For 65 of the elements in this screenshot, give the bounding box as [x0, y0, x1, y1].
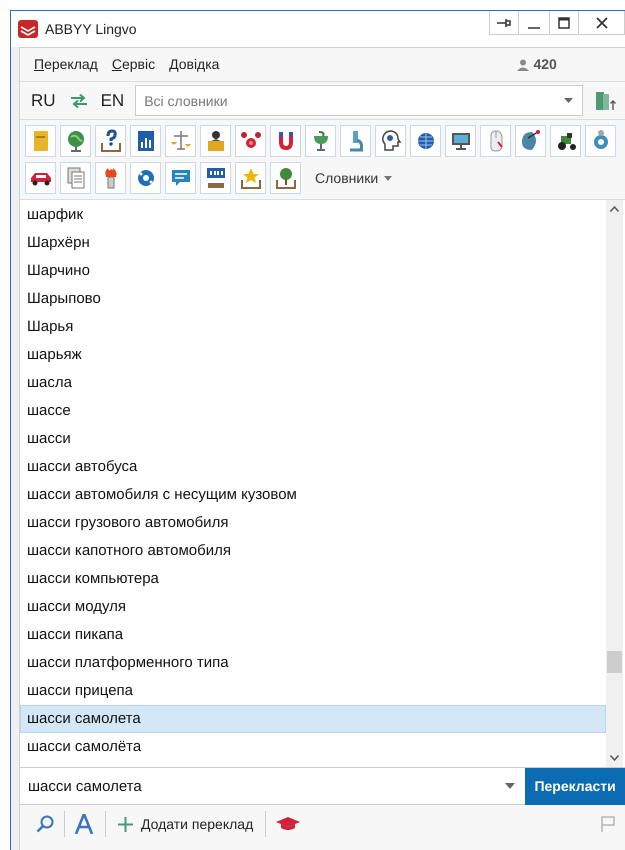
translate-button[interactable]: Перекласти — [525, 768, 625, 805]
word-item[interactable]: шасси самолёта — [20, 733, 606, 761]
close-button[interactable] — [579, 11, 625, 35]
caret-icon — [384, 176, 392, 180]
scroll-thumb[interactable] — [607, 651, 622, 673]
dictionary-button[interactable] — [270, 125, 301, 157]
swap-icon[interactable] — [70, 94, 88, 108]
dictionary-button[interactable] — [200, 162, 231, 194]
search-icon[interactable] — [36, 815, 54, 833]
word-item[interactable]: шасси платформенного типа — [20, 649, 606, 677]
dictionary-button[interactable] — [445, 125, 476, 157]
word-item[interactable]: шасси капотного автомобиля — [20, 537, 606, 565]
word-item[interactable]: Шарчино — [20, 257, 606, 285]
word-item[interactable]: шасси компьютера — [20, 565, 606, 593]
minimize-icon — [528, 26, 540, 28]
word-item[interactable]: шасси пикапа — [20, 621, 606, 649]
dictionaries-menu[interactable]: Словники — [315, 162, 392, 194]
menu-item[interactable]: Довідка — [167, 54, 222, 75]
source-language[interactable]: RU — [31, 88, 56, 114]
window-title: ABBYY Lingvo — [45, 20, 137, 39]
dictionary-dropdown[interactable]: Всі словники — [135, 85, 584, 116]
scrollbar[interactable] — [606, 200, 623, 767]
word-item[interactable]: шарьяж — [20, 341, 606, 369]
dictionary-button[interactable] — [95, 125, 126, 157]
word-item[interactable]: Шарья — [20, 313, 606, 341]
word-item[interactable]: шарфик — [20, 201, 606, 229]
maximize-icon — [558, 16, 570, 28]
books-icon[interactable] — [595, 90, 618, 112]
pin-icon — [497, 18, 511, 28]
word-item[interactable]: шасси автомобиля с несущим кузовом — [20, 481, 606, 509]
dictionary-button[interactable] — [130, 125, 161, 157]
font-icon[interactable] — [75, 814, 93, 834]
menu-item[interactable]: Сервіс — [110, 54, 158, 75]
dictionary-button[interactable] — [200, 125, 231, 157]
scroll-down-icon — [610, 755, 619, 761]
word-item[interactable]: шасси — [20, 425, 606, 453]
word-item[interactable]: шасси модуля — [20, 593, 606, 621]
graduation-cap-icon[interactable] — [276, 817, 300, 831]
dictionary-button[interactable] — [410, 125, 441, 157]
word-item[interactable]: шасси самолета — [20, 705, 606, 733]
dictionary-button[interactable] — [550, 125, 581, 157]
maximize-button[interactable] — [549, 11, 579, 35]
menu-item[interactable]: Переклад — [32, 54, 100, 75]
word-item[interactable]: шасла — [20, 369, 606, 397]
word-item[interactable]: Шархёрн — [20, 229, 606, 257]
add-translation-button[interactable]: Додати переклад — [118, 814, 254, 834]
word-item[interactable]: шасси грузового автомобиля — [20, 509, 606, 537]
pin-button[interactable] — [489, 11, 519, 35]
user-count: 420 — [533, 55, 557, 74]
close-icon — [596, 16, 608, 28]
word-item[interactable]: Шарыпово — [20, 285, 606, 313]
dictionary-button[interactable] — [235, 125, 266, 157]
scroll-up-icon — [610, 206, 619, 212]
dictionary-button[interactable] — [25, 162, 56, 194]
word-item[interactable]: шасси прицепа — [20, 677, 606, 705]
app-logo-icon — [17, 19, 39, 39]
dropdown-arrow-icon — [564, 98, 574, 103]
user-icon — [517, 58, 530, 70]
word-item[interactable]: шассе — [20, 397, 606, 425]
plus-icon — [118, 816, 133, 832]
word-item[interactable]: шасси автобуса — [20, 453, 606, 481]
query-field[interactable]: шасси самолета — [20, 768, 526, 805]
target-language[interactable]: EN — [100, 88, 124, 114]
dictionary-button[interactable] — [375, 125, 406, 157]
dropdown-arrow-icon — [505, 783, 516, 789]
